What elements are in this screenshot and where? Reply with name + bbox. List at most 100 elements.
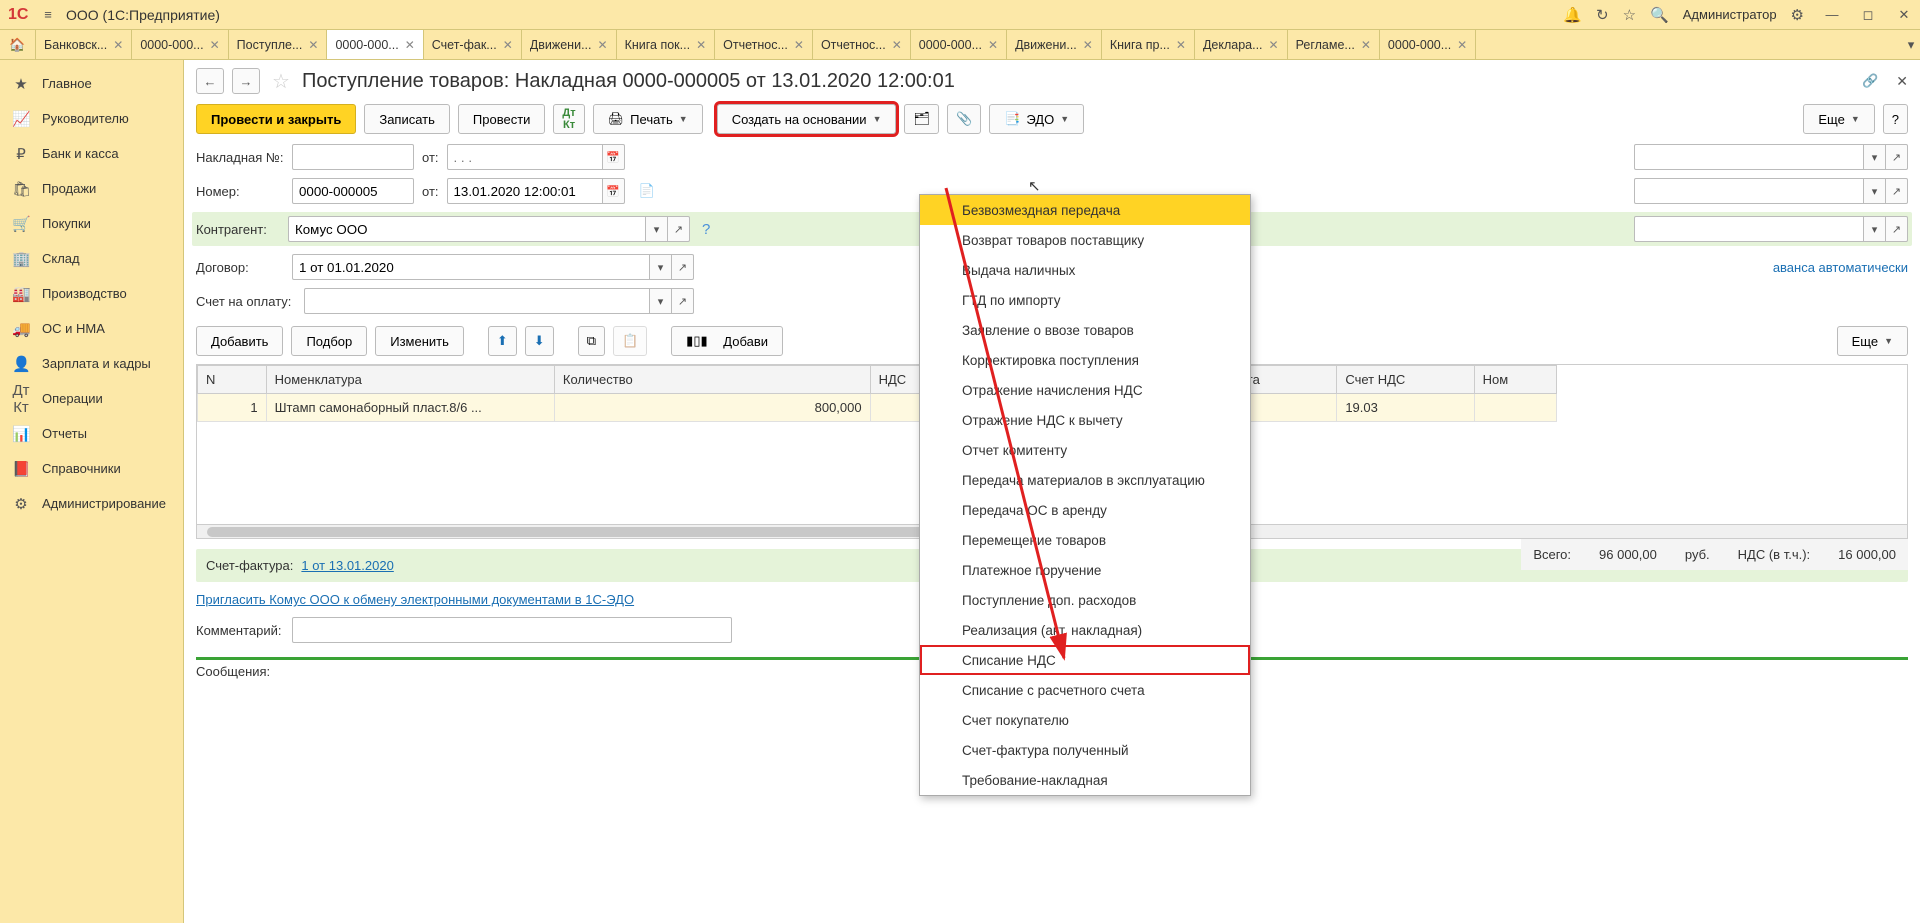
close-icon[interactable]: ✕ — [1083, 38, 1093, 52]
close-icon[interactable]: ✕ — [503, 38, 513, 52]
right-field-3[interactable] — [1634, 216, 1864, 242]
tabs-overflow-button[interactable]: ▾ — [1902, 30, 1920, 59]
tab[interactable]: Книга пр...✕ — [1102, 30, 1195, 59]
number-input[interactable] — [292, 178, 414, 204]
sidebar-item[interactable]: 📕Справочники — [0, 451, 183, 486]
bell-icon[interactable]: 🔔 — [1563, 6, 1582, 24]
tab[interactable]: Отчетнос...✕ — [813, 30, 911, 59]
calendar-icon[interactable]: 📅 — [603, 144, 625, 170]
dropdown-item[interactable]: Отражение начисления НДС — [920, 375, 1250, 405]
comment-input[interactable] — [292, 617, 732, 643]
dropdown-item[interactable]: Выдача наличных — [920, 255, 1250, 285]
create-based-on-button[interactable]: Создать на основании▼ — [717, 104, 897, 134]
help-button[interactable]: ? — [1883, 104, 1908, 134]
edo-button[interactable]: 📑ЭДО▼ — [989, 104, 1084, 134]
settings-icon[interactable]: ⚙ — [1791, 6, 1804, 24]
tab[interactable]: 0000-000...✕ — [1380, 30, 1476, 59]
forward-button[interactable]: → — [232, 68, 260, 94]
pick-button[interactable]: Подбор — [291, 326, 367, 356]
copy-icon[interactable]: ⧉ — [578, 326, 605, 356]
dropdown-item[interactable]: Безвозмездная передача — [920, 195, 1250, 225]
calendar-icon[interactable]: 📅 — [603, 178, 625, 204]
open-icon[interactable]: ↗ — [1886, 144, 1908, 170]
open-icon[interactable]: ↗ — [668, 216, 690, 242]
close-page-button[interactable]: ✕ — [1896, 73, 1908, 90]
open-icon[interactable]: ↗ — [672, 288, 694, 314]
post-button[interactable]: Провести — [458, 104, 546, 134]
close-icon[interactable]: ✕ — [794, 38, 804, 52]
tab[interactable]: Отчетнос...✕ — [715, 30, 813, 59]
sidebar-item[interactable]: 🚚ОС и НМА — [0, 311, 183, 346]
dtkt-icon[interactable]: ДтКт — [553, 104, 584, 134]
post-and-close-button[interactable]: Провести и закрыть — [196, 104, 356, 134]
restore-button[interactable]: ◻ — [1860, 7, 1876, 23]
payment-invoice-input[interactable] — [304, 288, 650, 314]
menu-icon[interactable]: ≡ — [38, 7, 58, 22]
dropdown-item[interactable]: Платежное поручение — [920, 555, 1250, 585]
tab[interactable]: Деклара...✕ — [1195, 30, 1288, 59]
dropdown-item[interactable]: Требование-накладная — [920, 765, 1250, 795]
move-down-icon[interactable]: ⬇ — [525, 326, 554, 356]
datetime-input[interactable] — [447, 178, 603, 204]
invoice-date-input[interactable] — [447, 144, 603, 170]
history-icon[interactable]: ↻ — [1596, 6, 1609, 24]
sidebar-item[interactable]: 👤Зарплата и кадры — [0, 346, 183, 381]
column-header[interactable]: Номенклатура — [266, 366, 554, 394]
dropdown-icon[interactable]: ▾ — [1864, 178, 1886, 204]
dropdown-icon[interactable]: ▾ — [1864, 144, 1886, 170]
dropdown-icon[interactable]: ▾ — [646, 216, 668, 242]
tab[interactable]: Движени...✕ — [1007, 30, 1102, 59]
tab[interactable]: Регламе...✕ — [1288, 30, 1380, 59]
tab[interactable]: Книга пок...✕ — [617, 30, 716, 59]
print-button[interactable]: 🖨Печать▼ — [593, 104, 703, 134]
close-icon[interactable]: ✕ — [405, 38, 415, 52]
dropdown-icon[interactable]: ▾ — [1864, 216, 1886, 242]
sidebar-item[interactable]: 📈Руководителю — [0, 101, 183, 136]
close-icon[interactable]: ✕ — [892, 38, 902, 52]
tab[interactable]: Банковск...✕ — [36, 30, 132, 59]
sidebar-item[interactable]: ⚙Администрирование — [0, 486, 183, 521]
sidebar-item[interactable]: 🏢Склад — [0, 241, 183, 276]
add-barcode-button[interactable]: ▮▯▮ Добави — [671, 326, 783, 356]
column-header[interactable]: Количество — [554, 366, 870, 394]
close-icon[interactable]: ✕ — [113, 38, 123, 52]
save-button[interactable]: Записать — [364, 104, 450, 134]
close-icon[interactable]: ✕ — [1269, 38, 1279, 52]
tab[interactable]: 0000-000...✕ — [132, 30, 228, 59]
table-more-button[interactable]: Еще▼ — [1837, 326, 1908, 356]
attachment-icon[interactable]: 📎 — [947, 104, 981, 134]
favorite-star-icon[interactable]: ☆ — [272, 69, 290, 94]
sidebar-item[interactable]: ★Главное — [0, 66, 183, 101]
contract-input[interactable] — [292, 254, 650, 280]
minimize-button[interactable]: — — [1824, 7, 1840, 22]
search-icon[interactable]: 🔍 — [1650, 6, 1669, 24]
tab[interactable]: Поступле...✕ — [229, 30, 328, 59]
dropdown-item[interactable]: Возврат товаров поставщику — [920, 225, 1250, 255]
close-icon[interactable]: ✕ — [1361, 38, 1371, 52]
tab[interactable]: Движени...✕ — [522, 30, 617, 59]
back-button[interactable]: ← — [196, 68, 224, 94]
right-field-1[interactable] — [1634, 144, 1864, 170]
counterparty-input[interactable] — [288, 216, 646, 242]
dropdown-item[interactable]: Передача ОС в аренду — [920, 495, 1250, 525]
sidebar-item[interactable]: Дт КтОперации — [0, 381, 183, 416]
sidebar-item[interactable]: 📊Отчеты — [0, 416, 183, 451]
help-icon[interactable]: ? — [702, 221, 710, 238]
table-row[interactable]: 1Штамп самонаборный пласт.8/6 ...800,000… — [198, 394, 1557, 422]
open-icon[interactable]: ↗ — [1886, 216, 1908, 242]
tab[interactable]: 0000-000...✕ — [327, 30, 423, 59]
open-icon[interactable]: ↗ — [672, 254, 694, 280]
dropdown-item[interactable]: Отражение НДС к вычету — [920, 405, 1250, 435]
invite-edo-link[interactable]: Пригласить Комус ООО к обмену электронны… — [196, 592, 634, 607]
close-window-button[interactable]: ✕ — [1896, 7, 1912, 23]
close-icon[interactable]: ✕ — [598, 38, 608, 52]
close-icon[interactable]: ✕ — [988, 38, 998, 52]
more-button[interactable]: Еще▼ — [1803, 104, 1874, 134]
close-icon[interactable]: ✕ — [1457, 38, 1467, 52]
right-field-2[interactable] — [1634, 178, 1864, 204]
dropdown-item[interactable]: Передача материалов в эксплуатацию — [920, 465, 1250, 495]
sidebar-item[interactable]: 🛍Продажи — [0, 171, 183, 206]
dropdown-item[interactable]: ГТД по импорту — [920, 285, 1250, 315]
column-header[interactable]: Ном — [1474, 366, 1556, 394]
move-up-icon[interactable]: ⬆ — [488, 326, 517, 356]
